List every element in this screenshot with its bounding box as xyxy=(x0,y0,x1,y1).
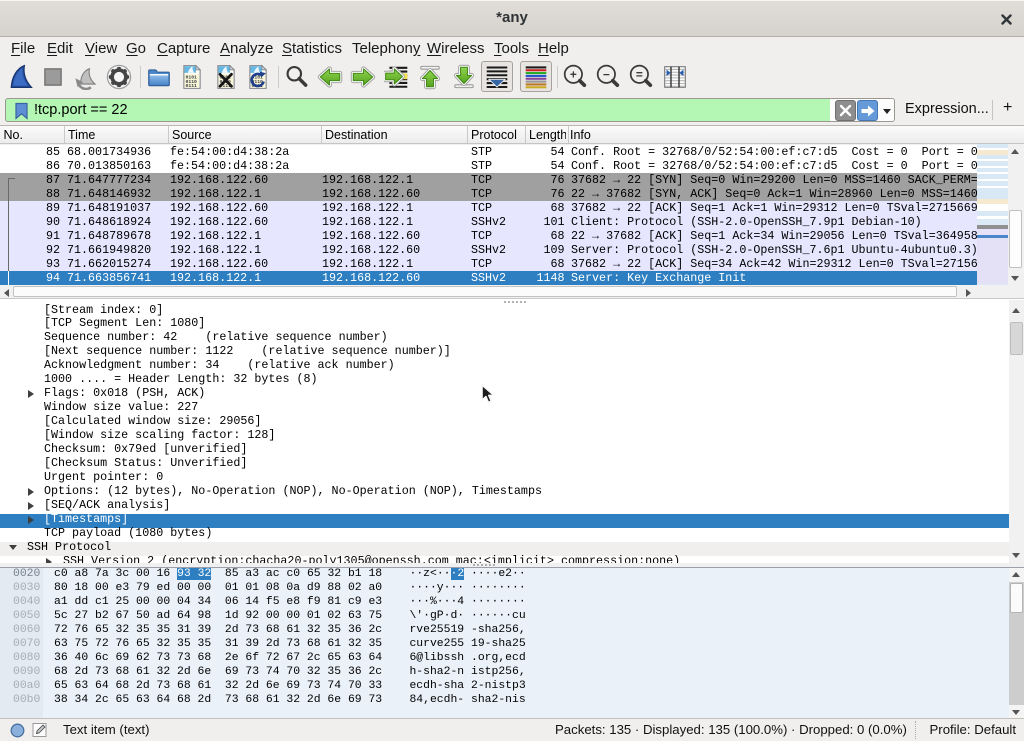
svg-text:0111: 0111 xyxy=(186,83,198,89)
svg-text:−: − xyxy=(603,67,610,81)
svg-text:=: = xyxy=(636,67,643,81)
svg-text:+: + xyxy=(570,67,577,81)
